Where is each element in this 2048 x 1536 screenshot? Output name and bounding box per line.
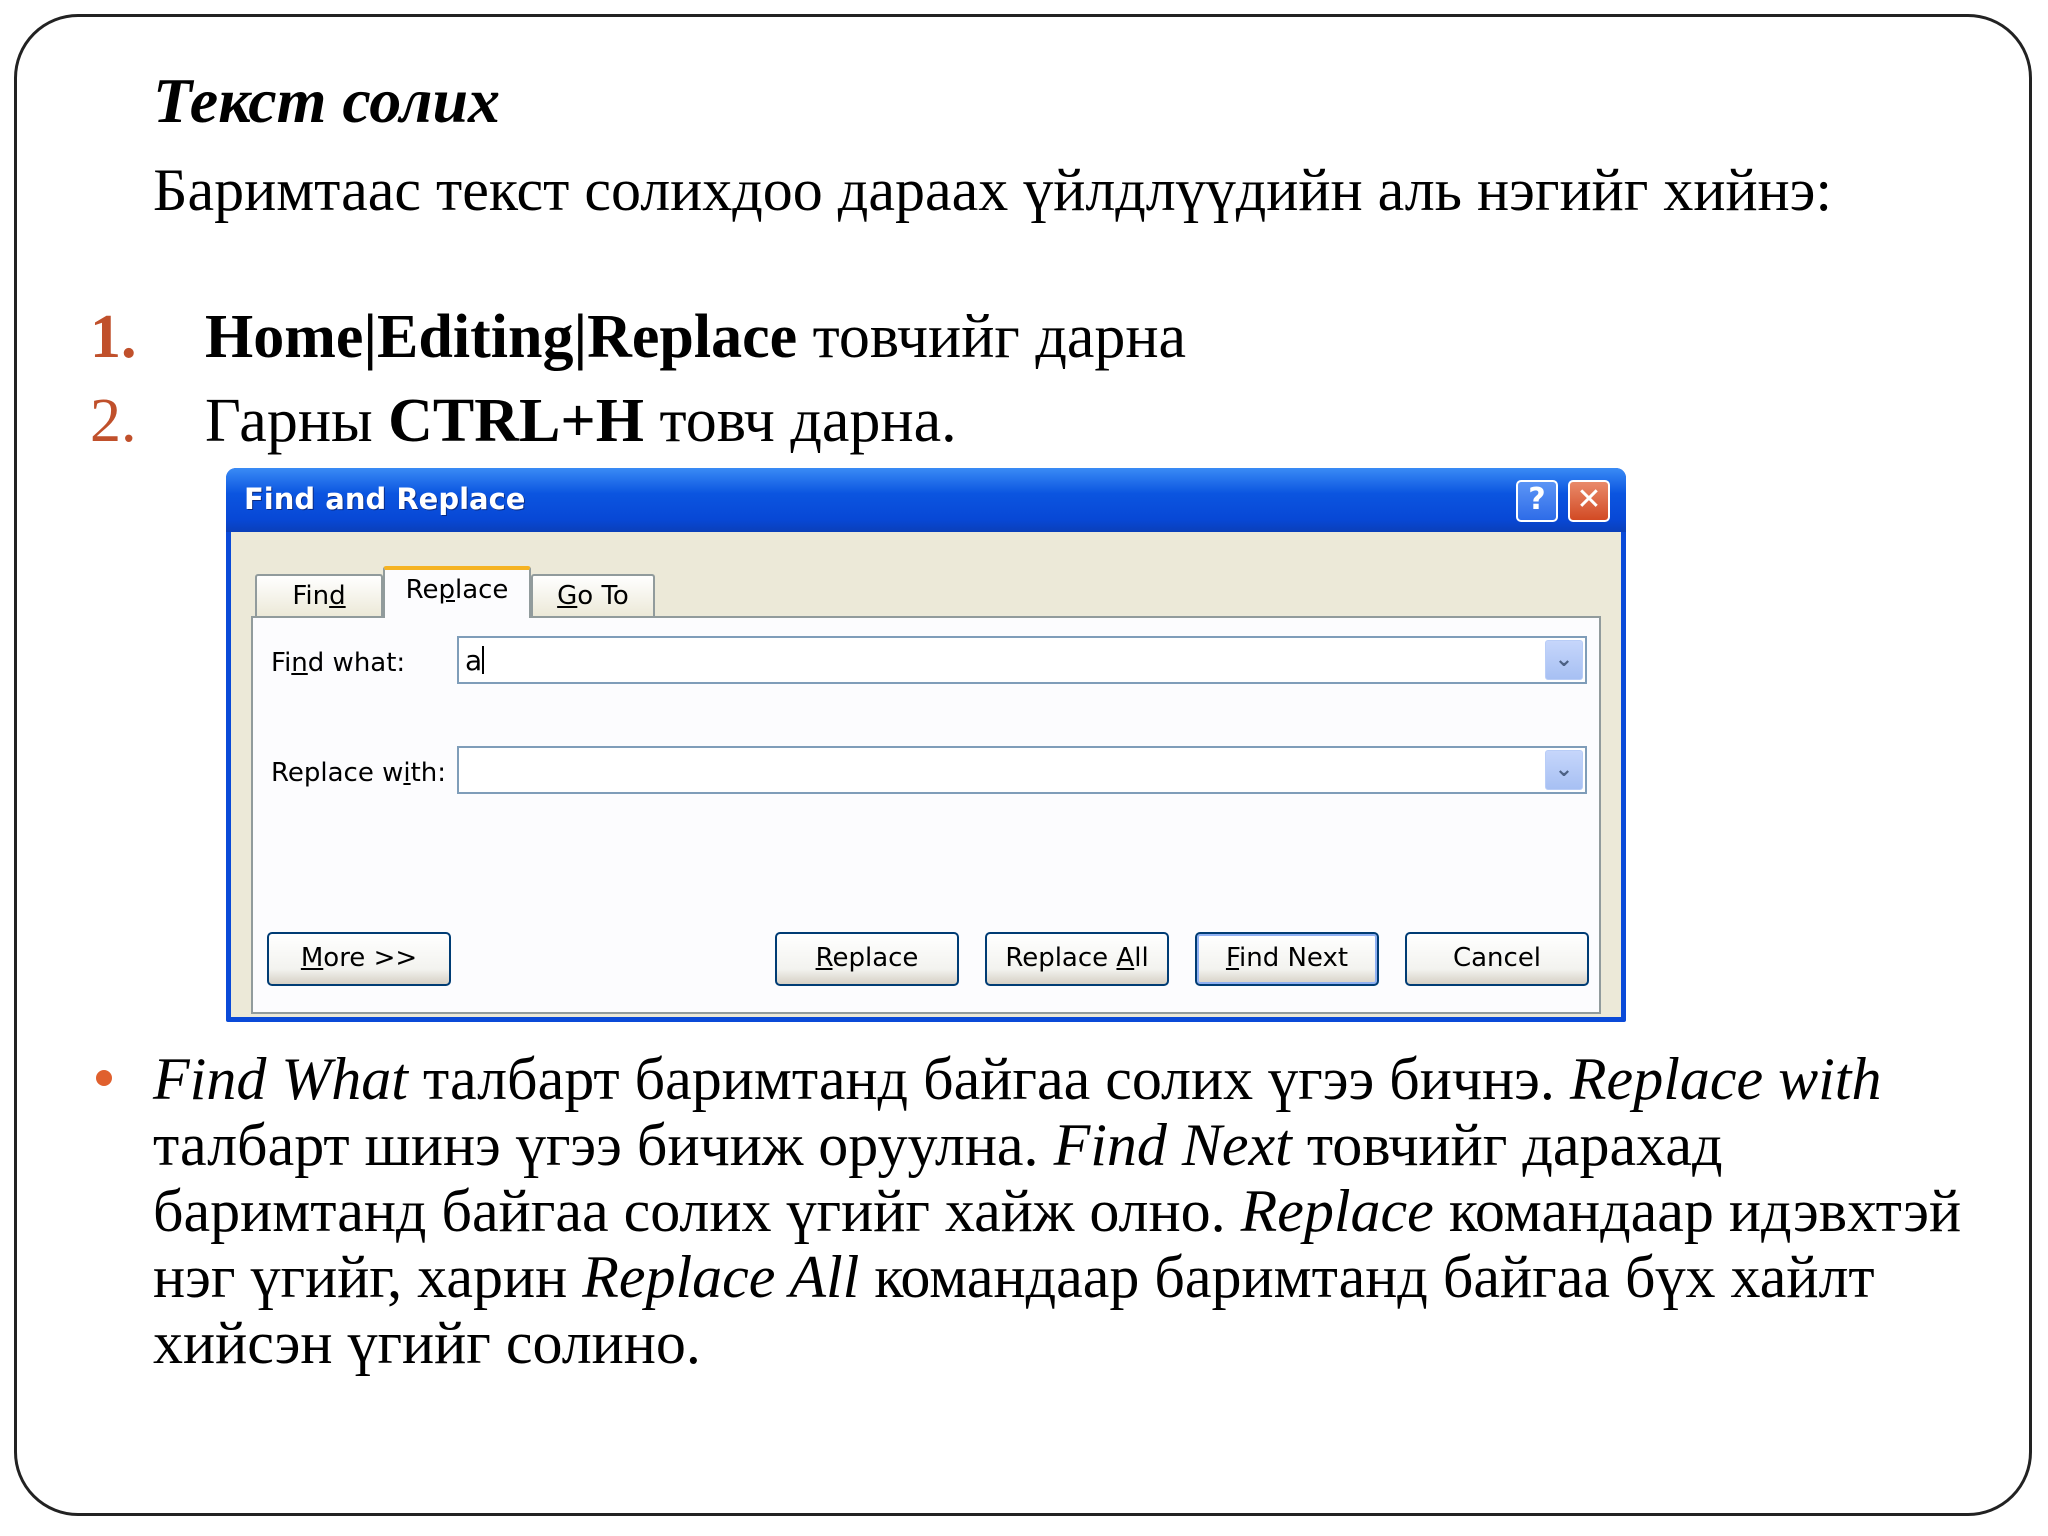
replace-all-button[interactable]: Replace All xyxy=(985,932,1169,986)
tab-access-key: G xyxy=(557,581,578,611)
chevron-down-icon[interactable]: ⌄ xyxy=(1545,750,1583,790)
tab-access-key: p xyxy=(438,575,455,605)
term-replace: Replace xyxy=(1240,1178,1434,1244)
chevron-down-icon[interactable]: ⌄ xyxy=(1545,640,1583,680)
slide-intro: Баримтаас текст солихдоо дараах үйлдлүүд… xyxy=(153,157,1833,223)
button-access-key: M xyxy=(300,943,324,973)
button-access-key: F xyxy=(1225,943,1240,973)
close-icon: ✕ xyxy=(1576,482,1602,517)
close-button[interactable]: ✕ xyxy=(1568,480,1610,522)
find-what-label: Find what: xyxy=(271,648,405,678)
button-label: eplace xyxy=(832,943,919,973)
find-what-value: a xyxy=(465,644,485,677)
label-text: d what: xyxy=(307,648,406,678)
slide-title: Текст солих xyxy=(153,65,501,136)
step-text: товч дарна. xyxy=(643,387,957,455)
tab-label: o To xyxy=(577,581,629,611)
tab-label: Fin xyxy=(292,581,330,611)
description-text: талбарт шинэ үгээ бичиж оруулна. xyxy=(153,1112,1054,1178)
button-access-key: A xyxy=(1116,943,1135,973)
label-access-key: i xyxy=(403,758,411,788)
term-replace-with: Replace with xyxy=(1569,1046,1882,1112)
replace-button[interactable]: Replace xyxy=(775,932,959,986)
find-what-input[interactable]: a ⌄ xyxy=(457,636,1587,684)
step-1: 1. Home|Editing|Replace товчийг дарна xyxy=(90,302,1186,372)
tab-find[interactable]: Find xyxy=(255,574,383,616)
find-replace-dialog: Find and Replace ? ✕ Find Replace Go To … xyxy=(226,468,1626,1022)
tab-goto[interactable]: Go To xyxy=(531,574,655,616)
dialog-title: Find and Replace xyxy=(244,482,526,516)
button-label: ind Next xyxy=(1239,943,1349,973)
term-find-next: Find Next xyxy=(1053,1112,1292,1178)
label-access-key: n xyxy=(291,648,308,678)
step-shortcut: CTRL+H xyxy=(388,387,644,455)
step-2: 2. Гарны CTRL+H товч дарна. xyxy=(90,386,957,456)
step-text: товчийг дарна xyxy=(797,303,1187,371)
find-next-button[interactable]: Find Next xyxy=(1195,932,1379,986)
dialog-titlebar[interactable]: Find and Replace ? ✕ xyxy=(226,468,1626,532)
button-label: ll xyxy=(1134,943,1149,973)
description-paragraph: Find What талбарт баримтанд байгаа солих… xyxy=(153,1046,1973,1376)
step-text-pre: Гарны xyxy=(205,387,389,455)
help-button[interactable]: ? xyxy=(1516,480,1558,522)
cancel-button[interactable]: Cancel xyxy=(1405,932,1589,986)
tab-access-key: d xyxy=(329,581,346,611)
button-label: ore >> xyxy=(323,943,418,973)
tab-replace[interactable]: Replace xyxy=(383,566,531,618)
label-text: Fi xyxy=(271,648,292,678)
tab-label: lace xyxy=(454,575,509,605)
replace-panel: Find what: a ⌄ Replace with: ⌄ More >> R… xyxy=(251,616,1601,1014)
replace-with-label: Replace with: xyxy=(271,758,446,788)
description-text: талбарт баримтанд байгаа солих үгээ бичн… xyxy=(407,1046,1570,1112)
button-access-key: R xyxy=(815,943,833,973)
dialog-client: Find Replace Go To Find what: a ⌄ Replac… xyxy=(231,532,1621,1017)
input-text: a xyxy=(465,644,483,677)
tab-label: Re xyxy=(405,575,439,605)
step-command: Home|Editing|Replace xyxy=(205,303,798,371)
replace-with-input[interactable]: ⌄ xyxy=(457,746,1587,794)
label-text: Replace w xyxy=(271,758,404,788)
help-icon: ? xyxy=(1528,482,1546,517)
button-label: Replace xyxy=(1005,943,1117,973)
bullet-dot xyxy=(96,1070,112,1086)
step-number: 2. xyxy=(90,387,137,455)
term-find-what: Find What xyxy=(153,1046,408,1112)
label-text: th: xyxy=(410,758,447,788)
step-number: 1. xyxy=(90,303,137,371)
text-caret xyxy=(482,646,485,674)
term-replace-all: Replace All xyxy=(582,1244,860,1310)
more-button[interactable]: More >> xyxy=(267,932,451,986)
